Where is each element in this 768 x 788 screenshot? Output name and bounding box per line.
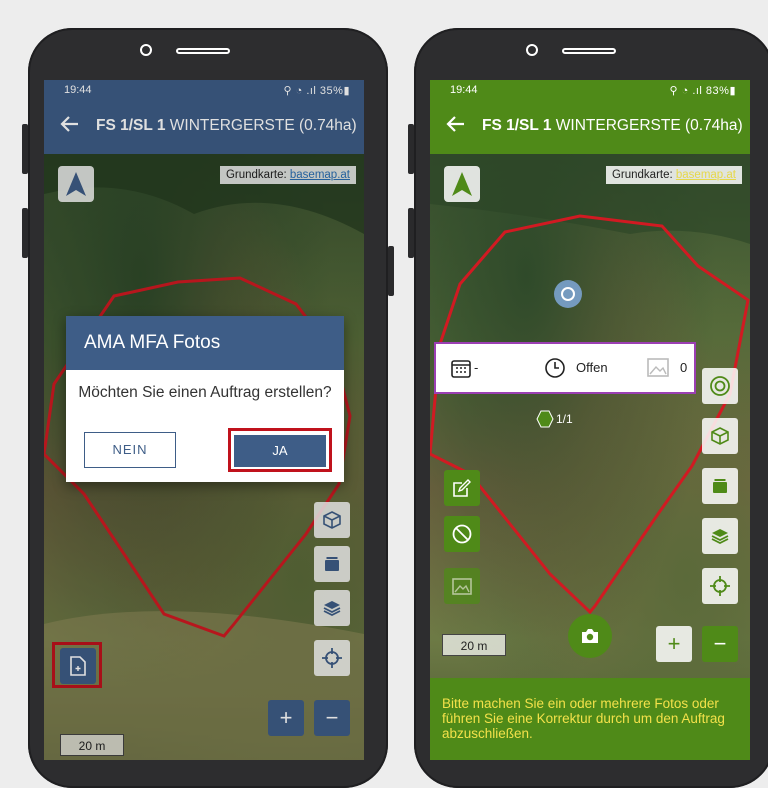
- map-view[interactable]: Grundkarte: basemap.at - Offen 0 1/1 20 …: [430, 154, 750, 760]
- calendar-icon: [450, 357, 472, 382]
- side-button: [22, 124, 28, 174]
- phone-right: 19:44 ⚲ ◔ .ıl 83%▮ FS 1/SL 1 WINTERGERST…: [408, 28, 768, 788]
- status-icons: ⚲ ◔ .ıl 83%▮: [669, 85, 736, 97]
- front-camera: [140, 44, 152, 56]
- side-button: [22, 208, 28, 258]
- highlight-yes-button: [228, 428, 332, 472]
- page-title: FS 1/SL 1 WINTERGERSTE (0.74ha): [482, 117, 743, 135]
- arrow-left-icon[interactable]: [446, 114, 466, 140]
- speaker: [562, 48, 616, 54]
- forbidden-icon[interactable]: [444, 516, 480, 552]
- app-bar: FS 1/SL 1 WINTERGERSTE (0.74ha): [430, 100, 750, 154]
- field-overlay: [430, 154, 750, 615]
- clock-icon: [544, 357, 566, 382]
- basemap-label: Grundkarte:: [611, 169, 676, 181]
- crosshair-icon[interactable]: [702, 568, 738, 604]
- minus-icon[interactable]: −: [702, 626, 738, 662]
- task-date: -: [474, 360, 479, 375]
- instruction-banner: Bitte machen Sie ein oder mehrere Fotos …: [430, 678, 750, 760]
- basemap-link[interactable]: basemap.at: [676, 169, 736, 181]
- basemap-attribution: Grundkarte: basemap.at: [605, 166, 742, 184]
- screen-left: 19:44 ⚲ ◔ .ıl 35%▮ FS 1/SL 1 WINTERGERST…: [44, 80, 364, 760]
- screen-right: 19:44 ⚲ ◔ .ıl 83%▮ FS 1/SL 1 WINTERGERST…: [430, 80, 750, 760]
- dialog-title: AMA MFA Fotos: [66, 316, 344, 370]
- side-button: [388, 246, 394, 296]
- status-time: 19:44: [450, 84, 478, 96]
- confirm-dialog: AMA MFA Fotos Möchten Sie einen Auftrag …: [66, 316, 344, 482]
- edit-icon[interactable]: [444, 470, 480, 506]
- photo-count: 0: [680, 360, 688, 375]
- gallery-icon[interactable]: [444, 568, 480, 604]
- plus-icon[interactable]: +: [656, 626, 692, 662]
- side-button: [408, 208, 414, 258]
- hexagon-marker-icon[interactable]: [536, 410, 554, 428]
- side-button: [408, 124, 414, 174]
- no-button[interactable]: NEIN: [84, 432, 176, 468]
- task-info-card[interactable]: - Offen 0: [434, 342, 696, 394]
- marker-label: 1/1: [556, 412, 573, 426]
- scale-bar: 20 m: [442, 634, 506, 656]
- target-icon[interactable]: [702, 368, 738, 404]
- speaker: [176, 48, 230, 54]
- dialog-message: Möchten Sie einen Auftrag erstellen?: [78, 384, 332, 401]
- phone-left: 19:44 ⚲ ◔ .ıl 35%▮ FS 1/SL 1 WINTERGERST…: [22, 28, 394, 788]
- photo-icon: [646, 357, 672, 382]
- front-camera: [526, 44, 538, 56]
- title-field-id: FS 1/SL 1: [482, 117, 552, 134]
- status-bar: 19:44 ⚲ ◔ .ıl 83%▮: [430, 80, 750, 100]
- camera-icon[interactable]: [568, 614, 612, 658]
- compass-north-icon[interactable]: [444, 166, 480, 202]
- title-crop: WINTERGERSTE (0.74ha): [551, 117, 743, 134]
- layers-icon[interactable]: [702, 518, 738, 554]
- stack-icon[interactable]: [702, 468, 738, 504]
- task-status: Offen: [576, 360, 608, 375]
- cube-icon[interactable]: [702, 418, 738, 454]
